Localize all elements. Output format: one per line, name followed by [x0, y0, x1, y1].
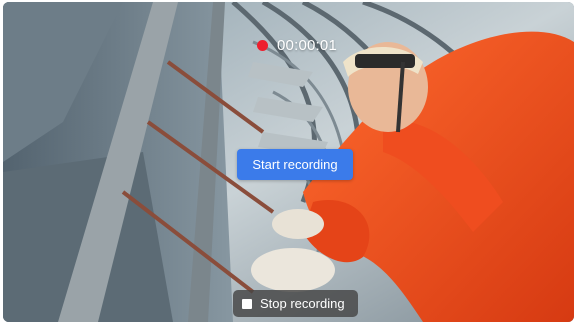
video-preview: 00:00:01 Start recording Stop recording	[3, 2, 574, 322]
recording-indicator: 00:00:01	[257, 35, 337, 55]
stop-recording-button[interactable]: Stop recording	[233, 290, 358, 317]
record-dot-icon	[257, 39, 268, 51]
recording-timer: 00:00:01	[277, 36, 337, 54]
start-recording-button[interactable]: Start recording	[237, 149, 353, 180]
stop-square-icon	[242, 298, 252, 309]
stop-recording-label: Stop recording	[260, 296, 345, 311]
